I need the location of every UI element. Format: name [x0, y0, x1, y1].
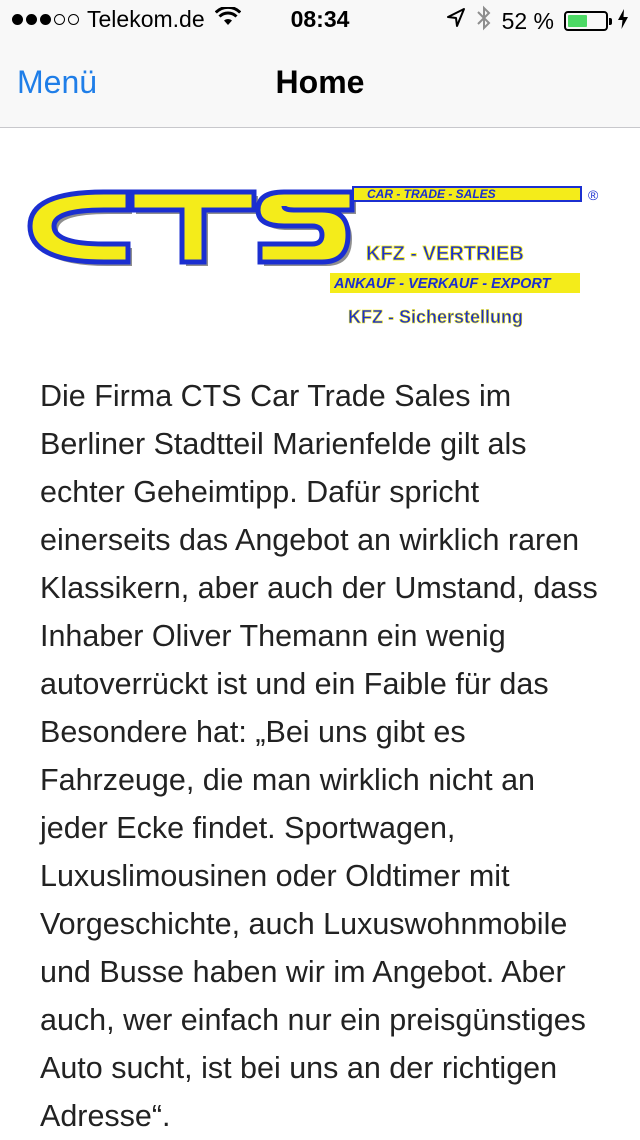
battery-fill	[568, 15, 587, 27]
logo-line-sicherstellung: KFZ - Sicherstellung	[348, 307, 523, 327]
bluetooth-icon	[476, 5, 492, 37]
status-bar: Telekom.de 08:34 52 %	[0, 0, 640, 40]
charging-icon	[618, 8, 628, 35]
battery-icon	[564, 11, 612, 31]
battery-percent: 52 %	[501, 7, 554, 34]
article-text: Die Firma CTS Car Trade Sales im Berline…	[40, 379, 598, 1133]
page-title: Home	[275, 64, 365, 100]
cts-logo: CAR - TRADE - SALES ® KFZ - VERTRIEB ANK…	[22, 178, 612, 338]
registered-mark: ®	[588, 187, 599, 203]
logo-line-kfz-vertrieb: KFZ - VERTRIEB	[366, 243, 524, 265]
navigation-bar: Menü Home	[0, 40, 640, 128]
location-icon	[446, 7, 466, 35]
logo-tagline: CAR - TRADE - SALES	[367, 187, 496, 201]
status-right: 52 %	[446, 5, 628, 37]
logo-line-ankauf: ANKAUF - VERKAUF - EXPORT	[333, 276, 552, 292]
battery-tip	[609, 18, 612, 25]
